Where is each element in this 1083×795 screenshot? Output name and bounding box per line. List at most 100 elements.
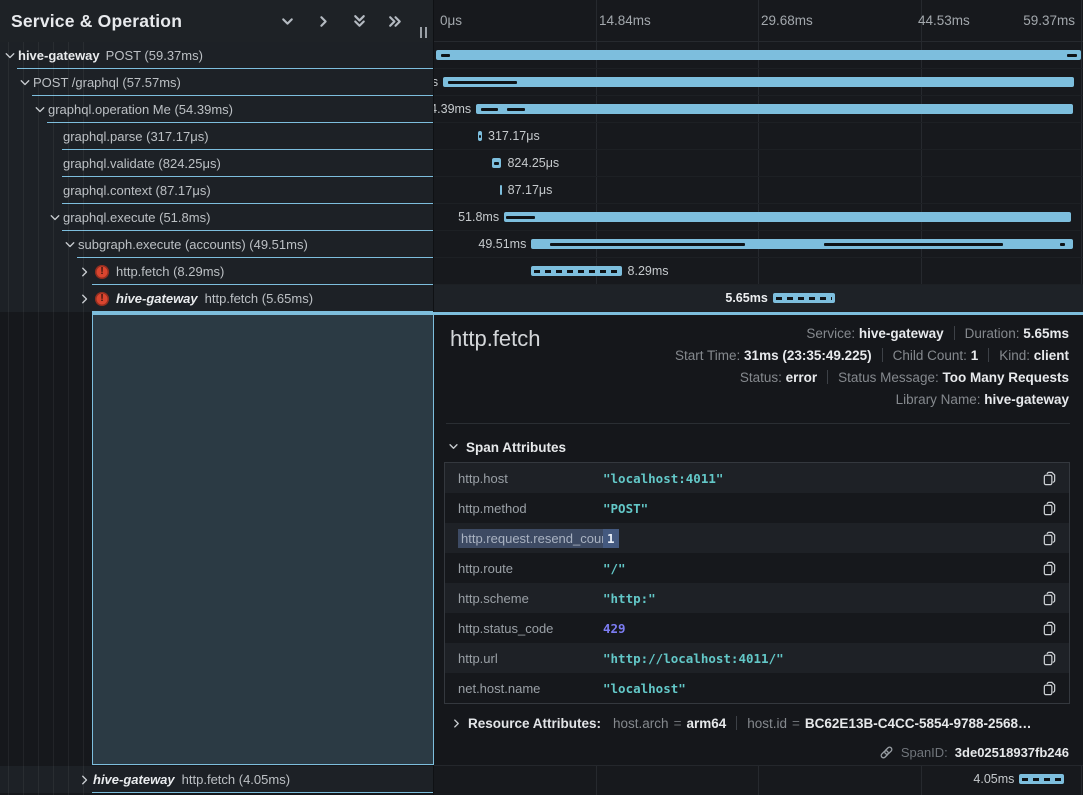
tree-row[interactable]: graphql.operation Me (54.39ms): [0, 96, 433, 123]
attribute-value: "http://localhost:4011/": [603, 651, 1029, 666]
tree-row[interactable]: hive-gatewayhttp.fetch (4.05ms): [0, 766, 433, 793]
timeline-bottom-row[interactable]: 4.05ms: [434, 765, 1083, 795]
span-duration-bar[interactable]: [504, 212, 1071, 222]
span-id-row: SpanID: 3de02518937fb246: [879, 745, 1069, 760]
divider: [446, 423, 1070, 424]
timeline-row[interactable]: 51.8ms: [434, 204, 1083, 231]
collapse-all-icon[interactable]: [351, 13, 368, 30]
span-duration-bar[interactable]: [1019, 774, 1064, 784]
bar-duration-label: 49.51ms: [478, 237, 526, 251]
timeline-row[interactable]: 8.29ms: [434, 258, 1083, 285]
divider: [954, 326, 955, 340]
caret-right-icon[interactable]: [77, 293, 93, 305]
timeline-row[interactable]: 87.17μs: [434, 177, 1083, 204]
span-attributes-table: http.host"localhost:4011" http.method"PO…: [444, 462, 1070, 704]
attribute-key: http.url: [445, 651, 603, 666]
child-span-mark: [441, 54, 450, 57]
caret-down-icon[interactable]: [17, 77, 33, 89]
timeline-row[interactable]: 54.39ms: [434, 96, 1083, 123]
timeline-row[interactable]: [434, 42, 1083, 69]
link-icon[interactable]: [879, 745, 894, 760]
tree-row[interactable]: !http.fetch (8.29ms): [0, 258, 433, 285]
timeline-row[interactable]: 317.17μs: [434, 123, 1083, 150]
meta-line: Status: errorStatus Message: Too Many Re…: [675, 367, 1069, 389]
meta-label: Status:: [740, 370, 786, 385]
caret-right-icon[interactable]: [77, 774, 93, 786]
span-duration-bar[interactable]: [478, 131, 482, 141]
meta-line: Library Name: hive-gateway: [675, 389, 1069, 411]
bar-duration-label: 824.25μs: [507, 156, 559, 170]
panel-resize-handle[interactable]: [420, 27, 427, 38]
child-span-mark: [448, 81, 517, 84]
span-label: http.fetch (4.05ms): [182, 772, 290, 787]
collapse-one-icon[interactable]: [279, 13, 296, 30]
copy-icon[interactable]: [1029, 621, 1069, 636]
copy-icon[interactable]: [1029, 561, 1069, 576]
timeline-row[interactable]: 57.57ms: [434, 69, 1083, 96]
span-duration-bar[interactable]: [443, 77, 1074, 87]
span-duration-bar[interactable]: [500, 185, 502, 195]
attribute-key: http.request.resend_count: [445, 531, 603, 546]
tree-row[interactable]: graphql.validate (824.25μs): [0, 150, 433, 177]
left-panel-header: Service & Operation: [0, 0, 433, 42]
attribute-row: http.method"POST": [445, 493, 1069, 523]
meta-label: Kind:: [999, 348, 1034, 363]
span-label: POST (59.37ms): [106, 48, 203, 63]
copy-icon[interactable]: [1029, 501, 1069, 516]
resource-attributes-row[interactable]: Resource Attributes: host.arch=arm64host…: [448, 716, 1032, 731]
trace-viewer: Service & Operation hive-gateway POST (59…: [0, 0, 1083, 795]
divider: [882, 348, 883, 362]
divider: [988, 348, 989, 362]
copy-icon[interactable]: [1029, 651, 1069, 666]
copy-icon[interactable]: [1029, 531, 1069, 546]
span-attributes-header[interactable]: Span Attributes: [448, 440, 566, 455]
bar-duration-label: 57.57ms: [434, 75, 438, 89]
attribute-row: http.host"localhost:4011": [445, 463, 1069, 493]
copy-icon[interactable]: [1029, 681, 1069, 696]
span-label: graphql.validate (824.25μs): [63, 156, 221, 171]
span-duration-bar[interactable]: [476, 104, 1072, 114]
attribute-key: http.scheme: [445, 591, 603, 606]
tree-row[interactable]: graphql.context (87.17μs): [0, 177, 433, 204]
copy-icon[interactable]: [1029, 591, 1069, 606]
tree-rows: hive-gateway POST (59.37ms) POST /graphql …: [0, 42, 433, 312]
attribute-row: http.request.resend_count1: [445, 523, 1069, 553]
ruler-tick-label: 0μs: [440, 13, 462, 28]
tree-row[interactable]: !hive-gatewayhttp.fetch (5.65ms): [0, 285, 433, 312]
caret-down-icon[interactable]: [62, 239, 78, 251]
equals-sign: =: [792, 716, 800, 731]
tree-row[interactable]: POST /graphql (57.57ms): [0, 69, 433, 96]
tree-row[interactable]: hive-gateway POST (59.37ms): [0, 42, 433, 69]
span-tree: hive-gateway POST (59.37ms) POST /graphql …: [0, 42, 433, 795]
caret-down-icon[interactable]: [32, 104, 48, 116]
tree-row[interactable]: graphql.execute (51.8ms): [0, 204, 433, 231]
timeline-row[interactable]: 49.51ms: [434, 231, 1083, 258]
attribute-row: http.url"http://localhost:4011/": [445, 643, 1069, 673]
selected-span-region[interactable]: [92, 312, 434, 765]
tree-row[interactable]: subgraph.execute (accounts) (49.51ms): [0, 231, 433, 258]
span-label: graphql.context (87.17μs): [63, 183, 211, 198]
expand-all-icon[interactable]: [387, 13, 404, 30]
caret-down-icon[interactable]: [47, 212, 63, 224]
attribute-value: "POST": [603, 501, 1029, 516]
copy-icon[interactable]: [1029, 471, 1069, 486]
span-duration-bar[interactable]: [531, 239, 1073, 249]
expand-one-icon[interactable]: [315, 13, 332, 30]
tree-row[interactable]: graphql.parse (317.17μs): [0, 123, 433, 150]
ruler-tick-label: 59.37ms: [1023, 13, 1075, 28]
meta-value: error: [786, 370, 818, 385]
span-duration-bar[interactable]: [773, 293, 835, 303]
caret-right-icon[interactable]: [77, 266, 93, 278]
child-span-mark: [550, 243, 745, 246]
timeline-row[interactable]: 5.65ms: [434, 285, 1083, 312]
timeline-row[interactable]: 824.25μs: [434, 150, 1083, 177]
span-duration-bar[interactable]: [492, 158, 502, 168]
service-name: hive-gateway: [18, 48, 100, 63]
attribute-key: http.method: [445, 501, 603, 516]
caret-down-icon[interactable]: [2, 50, 18, 62]
resource-key: host.arch: [613, 716, 669, 731]
span-duration-bar[interactable]: [436, 50, 1081, 60]
service-name: hive-gateway: [116, 291, 198, 306]
span-duration-bar[interactable]: [531, 266, 622, 276]
meta-line: Start Time: 31ms (23:35:49.225)Child Cou…: [675, 345, 1069, 367]
